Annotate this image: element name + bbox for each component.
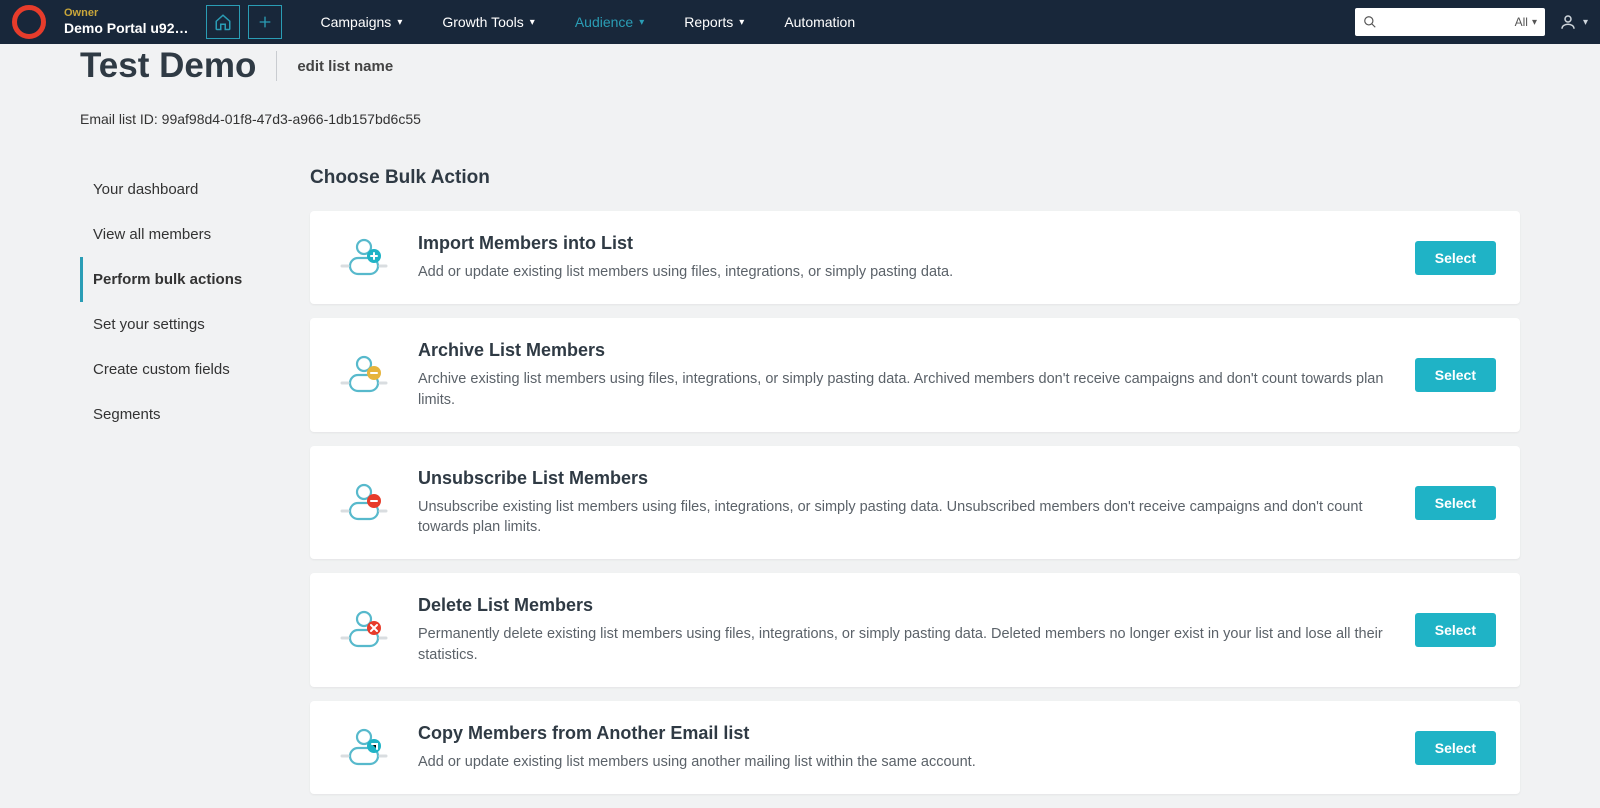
card-description: Unsubscribe existing list members using … [418,497,1415,538]
nav-item-label: Audience [575,14,633,30]
select-button[interactable]: Select [1415,731,1496,765]
select-button[interactable]: Select [1415,486,1496,520]
card-description: Archive existing list members using file… [418,369,1415,410]
sidebar-item-set-your-settings[interactable]: Set your settings [80,302,280,347]
page-title: Test Demo [80,46,256,86]
nav-item-label: Automation [784,14,855,30]
bulk-action-card: Archive List Members Archive existing li… [310,318,1520,432]
sidebar-item-view-all-members[interactable]: View all members [80,212,280,257]
sidebar-item-segments[interactable]: Segments [80,392,280,437]
sidebar: Your dashboardView all membersPerform bu… [80,167,280,808]
select-button[interactable]: Select [1415,241,1496,275]
owner-block[interactable]: Owner Demo Portal u92… [64,7,188,37]
card-title: Copy Members from Another Email list [418,723,1415,744]
member-icon [334,353,394,397]
main-content: Choose Bulk Action Import Members into L… [310,167,1520,808]
user-menu[interactable]: ▾ [1559,13,1588,31]
edit-list-name-link[interactable]: edit list name [297,58,393,75]
divider [276,51,277,81]
top-bar: Owner Demo Portal u92… Campaigns▾Growth … [0,0,1600,44]
user-icon [1559,13,1577,31]
nav-item-campaigns[interactable]: Campaigns ▾ [320,14,402,30]
nav-item-automation[interactable]: Automation [784,14,855,30]
main-nav: Campaigns ▾ Growth Tools ▾ Audience ▾ Reports ▾… [320,14,855,30]
card-description: Add or update existing list members usin… [418,752,1415,772]
chevron-down-icon: ▾ [739,17,744,28]
card-title: Archive List Members [418,340,1415,361]
card-title: Unsubscribe List Members [418,468,1415,489]
nav-item-label: Reports [684,14,733,30]
nav-item-growth-tools[interactable]: Growth Tools ▾ [442,14,534,30]
search-input[interactable]: All ▾ [1355,8,1545,36]
bulk-action-card: Copy Members from Another Email list Add… [310,701,1520,794]
nav-item-label: Growth Tools [442,14,523,30]
chevron-down-icon: ▾ [1532,17,1537,28]
chevron-down-icon: ▾ [397,17,402,28]
chevron-down-icon: ▾ [1583,17,1588,28]
nav-item-audience[interactable]: Audience ▾ [575,14,644,30]
sidebar-item-your-dashboard[interactable]: Your dashboard [80,167,280,212]
select-button[interactable]: Select [1415,358,1496,392]
bulk-action-card: Import Members into List Add or update e… [310,211,1520,304]
bulk-action-heading: Choose Bulk Action [310,167,1520,189]
member-icon [334,481,394,525]
owner-name: Demo Portal u92… [64,20,188,37]
nav-item-reports[interactable]: Reports ▾ [684,14,744,30]
member-icon [334,726,394,770]
select-button[interactable]: Select [1415,613,1496,647]
chevron-down-icon: ▾ [639,17,644,28]
chevron-down-icon: ▾ [530,17,535,28]
owner-label: Owner [64,7,188,20]
member-icon [334,236,394,280]
member-icon [334,608,394,652]
card-title: Import Members into List [418,233,1415,254]
card-title: Delete List Members [418,595,1415,616]
bulk-action-card: Delete List Members Permanently delete e… [310,573,1520,687]
home-button[interactable] [206,5,240,39]
card-description: Permanently delete existing list members… [418,624,1415,665]
sidebar-item-perform-bulk-actions[interactable]: Perform bulk actions [80,257,280,302]
search-icon [1363,15,1377,29]
bulk-action-card: Unsubscribe List Members Unsubscribe exi… [310,446,1520,560]
logo-icon [12,5,46,39]
email-list-id: Email list ID: 99af98d4-01f8-47d3-a966-1… [0,86,1600,127]
add-button[interactable] [248,5,282,39]
card-description: Add or update existing list members usin… [418,262,1415,282]
page-header: Test Demo edit list name [0,44,1600,86]
nav-item-label: Campaigns [320,14,391,30]
sidebar-item-create-custom-fields[interactable]: Create custom fields [80,347,280,392]
search-filter-label: All [1515,15,1528,29]
